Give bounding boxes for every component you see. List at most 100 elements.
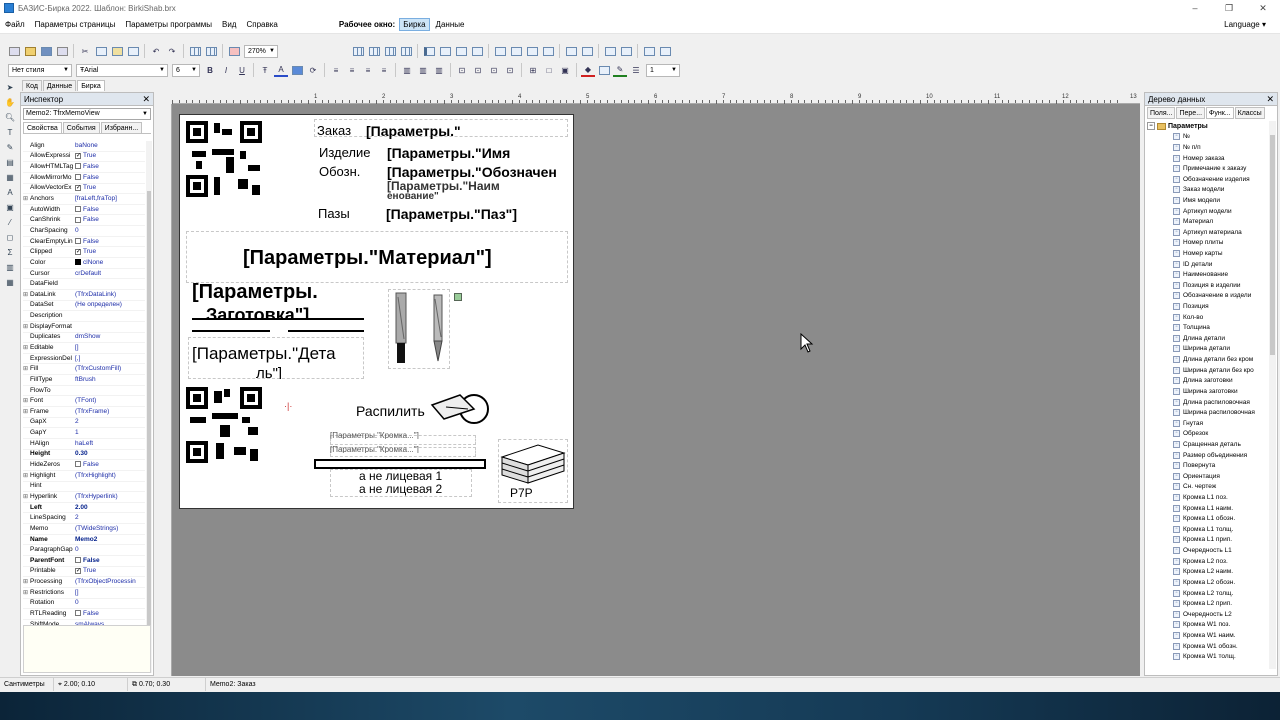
- menu-help[interactable]: Справка: [241, 16, 282, 34]
- frame-all-icon[interactable]: ⊞: [526, 63, 540, 77]
- tree-item[interactable]: ▫ Кол-во: [1147, 312, 1267, 323]
- property-row[interactable]: FlowTo: [23, 386, 145, 397]
- property-row[interactable]: Memo (TWideStrings): [23, 524, 145, 535]
- space-h-icon[interactable]: [564, 44, 578, 58]
- order-value[interactable]: [Параметры.": [366, 123, 461, 139]
- property-row[interactable]: AutoWidth False: [23, 205, 145, 216]
- frame-bottom-icon[interactable]: ⊡: [471, 63, 485, 77]
- tree-item[interactable]: ▫ Сн. чертеж: [1147, 482, 1267, 493]
- property-row[interactable]: Clipped True: [23, 247, 145, 259]
- tree-item[interactable]: ▫ Номер карты: [1147, 248, 1267, 259]
- save-icon[interactable]: [39, 44, 53, 58]
- tree-root[interactable]: − Параметры: [1147, 121, 1267, 132]
- expand-icon[interactable]: ⊞: [23, 588, 30, 598]
- expand-icon[interactable]: ⊞: [23, 471, 30, 481]
- property-row[interactable]: Rotation 0: [23, 599, 145, 610]
- property-value[interactable]: True: [75, 183, 145, 193]
- expand-icon[interactable]: ⊞: [23, 396, 30, 406]
- property-row[interactable]: ⊞ Font (TFont): [23, 396, 145, 408]
- property-row[interactable]: ⊞ Editable []: [23, 343, 145, 354]
- tree-item[interactable]: ▫ Кромка L1 толщ.: [1147, 524, 1267, 535]
- center-v-icon[interactable]: [619, 44, 633, 58]
- cut-caption[interactable]: Распилить: [356, 403, 425, 419]
- frame-left-icon[interactable]: ⊡: [487, 63, 501, 77]
- align-center-icon[interactable]: [438, 44, 452, 58]
- grid-align-icon[interactable]: [367, 44, 381, 58]
- property-row[interactable]: Align baNone: [23, 141, 145, 152]
- property-row[interactable]: DataField: [23, 279, 145, 290]
- property-value[interactable]: crDefault: [75, 269, 145, 279]
- tree-item[interactable]: ▫ Размер объединения: [1147, 450, 1267, 461]
- tree-item[interactable]: ▫ Кромка L2 наим.: [1147, 566, 1267, 577]
- property-row[interactable]: HideZeros False: [23, 460, 145, 471]
- property-row[interactable]: ⊞ DataLink (TfrxDataLink): [23, 290, 145, 301]
- property-row[interactable]: HAlign haLeft: [23, 439, 145, 450]
- property-value[interactable]: (TfrxObjectProcessin: [75, 577, 145, 587]
- tab-label[interactable]: Бирка: [77, 80, 105, 91]
- expand-icon[interactable]: ⊞: [23, 290, 30, 300]
- tree-item[interactable]: ▫ Кромка L2 поз.: [1147, 556, 1267, 567]
- property-value[interactable]: False: [75, 237, 145, 247]
- tree-item[interactable]: ▫ Ширина детали без кро: [1147, 365, 1267, 376]
- zoom-select[interactable]: 270% ▼: [244, 44, 278, 58]
- property-value[interactable]: (TFont): [75, 396, 145, 406]
- property-value[interactable]: (TWideStrings): [75, 524, 145, 534]
- property-value[interactable]: False: [75, 162, 145, 172]
- property-value[interactable]: 2: [75, 513, 145, 523]
- edge-field-2[interactable]: [Параметры."Кромка..."]: [330, 445, 419, 453]
- property-row[interactable]: RTLReading False: [23, 609, 145, 620]
- redo-icon[interactable]: ↷: [165, 44, 179, 58]
- tree-item[interactable]: ▫ Ширина детали: [1147, 344, 1267, 355]
- property-row[interactable]: Name Memo2: [23, 535, 145, 546]
- property-value[interactable]: False: [75, 205, 145, 215]
- tree-item[interactable]: ▫ Длина детали без кром: [1147, 354, 1267, 365]
- qr-code-top[interactable]: [186, 121, 262, 197]
- menu-program-settings[interactable]: Параметры программы: [120, 16, 217, 34]
- property-value[interactable]: True: [75, 247, 145, 257]
- tree-item[interactable]: ▫ Повернута: [1147, 460, 1267, 471]
- new-icon[interactable]: [7, 44, 21, 58]
- fill-type-icon[interactable]: [597, 63, 611, 77]
- edge-field-1[interactable]: [Параметры."Кромка..."]: [330, 431, 419, 439]
- property-row[interactable]: Printable True: [23, 566, 145, 578]
- property-value[interactable]: 0: [75, 598, 145, 608]
- menu-page-settings[interactable]: Параметры страницы: [30, 16, 121, 34]
- menu-file[interactable]: Файл: [0, 16, 30, 34]
- barcode-icon[interactable]: ▥: [3, 260, 17, 274]
- language-menu[interactable]: Language ▾: [1224, 16, 1266, 34]
- tree-item[interactable]: ▫ Кромка W1 обозн.: [1147, 641, 1267, 652]
- space-v-icon[interactable]: [580, 44, 594, 58]
- checkbox[interactable]: [75, 183, 81, 193]
- data-tree-close-icon[interactable]: ✕: [1266, 93, 1274, 106]
- open-icon[interactable]: [23, 44, 37, 58]
- snap-icon[interactable]: [383, 44, 397, 58]
- tree-item[interactable]: ▫ Длина детали: [1147, 333, 1267, 344]
- property-value[interactable]: (TfrxFrame): [75, 407, 145, 417]
- format-copy-icon[interactable]: [126, 44, 140, 58]
- align-right-edge-icon[interactable]: [454, 44, 468, 58]
- property-value[interactable]: 0: [75, 545, 145, 555]
- property-value[interactable]: (TfrxCustomFill): [75, 364, 145, 374]
- expand-icon[interactable]: ⊞: [23, 577, 30, 587]
- tree-item[interactable]: ▫ Кромка L2 толщ.: [1147, 588, 1267, 599]
- tree-item[interactable]: ▫ ID детали: [1147, 259, 1267, 270]
- property-row[interactable]: AllowHTMLTag False: [23, 162, 145, 173]
- tree-item[interactable]: ▫ Кромка L1 поз.: [1147, 492, 1267, 503]
- italic-button[interactable]: I: [219, 63, 233, 77]
- property-row[interactable]: FillType ftBrush: [23, 375, 145, 386]
- property-row[interactable]: Description: [23, 311, 145, 322]
- checkbox[interactable]: [75, 216, 81, 223]
- paste-icon[interactable]: [110, 44, 124, 58]
- checkbox[interactable]: [75, 237, 81, 244]
- tree-item[interactable]: ▫ Материал: [1147, 216, 1267, 227]
- align-bottom-icon[interactable]: [525, 44, 539, 58]
- saw-icon[interactable]: [430, 391, 494, 429]
- tree-item[interactable]: ▫ Кромка L1 прип.: [1147, 535, 1267, 546]
- align-right-icon[interactable]: [470, 44, 484, 58]
- align-left-edge-icon[interactable]: [422, 44, 436, 58]
- tree-item[interactable]: ▫ Имя модели: [1147, 195, 1267, 206]
- property-row[interactable]: ExpressionDel [,]: [23, 354, 145, 365]
- tree-item[interactable]: ▫ Кромка L1 обозн.: [1147, 513, 1267, 524]
- checkbox[interactable]: [75, 151, 81, 161]
- tab-fields[interactable]: Поля...: [1147, 107, 1176, 119]
